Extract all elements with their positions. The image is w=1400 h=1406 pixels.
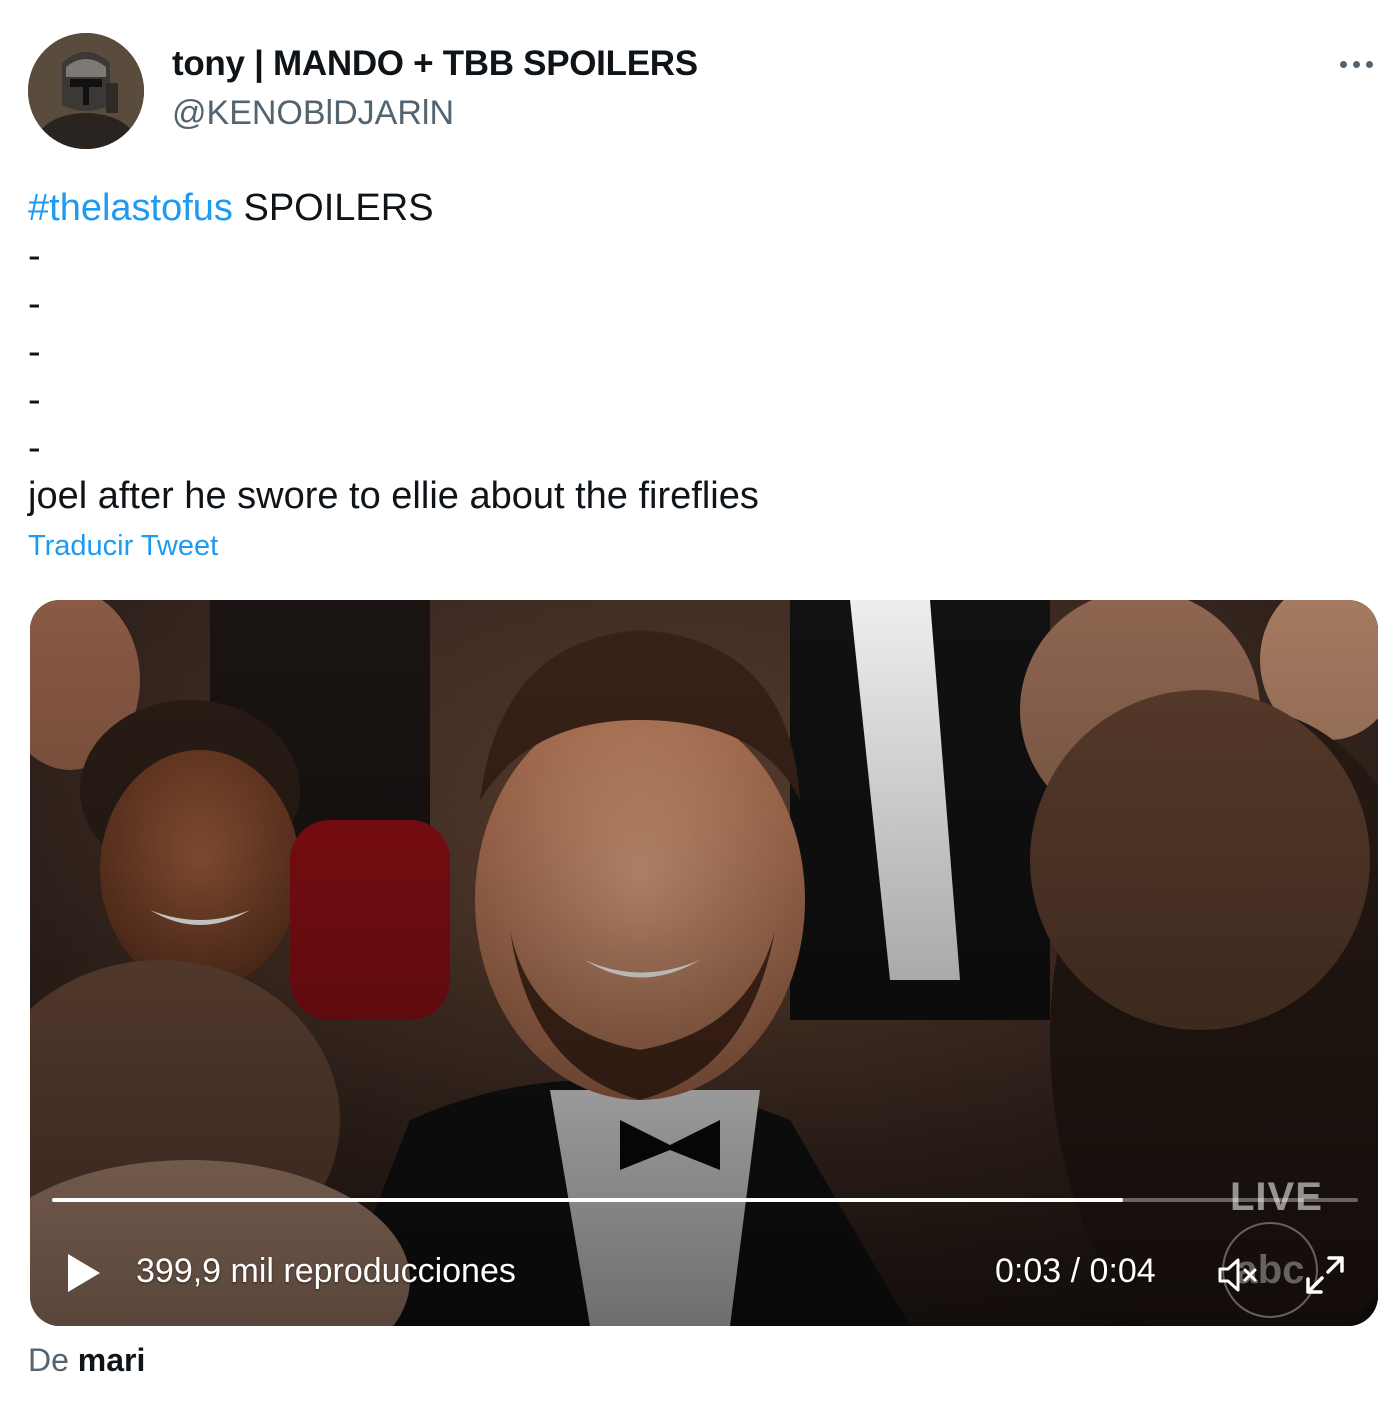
time-separator: / bbox=[1061, 1252, 1090, 1290]
tweet-text-dash: - bbox=[28, 379, 41, 421]
play-icon[interactable] bbox=[60, 1250, 106, 1296]
tweet-text: #thelastofus SPOILERS - - - - - joel aft… bbox=[28, 184, 1368, 520]
video-progress-fill bbox=[52, 1198, 1123, 1202]
tweet-text-line-1: #thelastofus SPOILERS bbox=[28, 184, 1368, 232]
expand-icon[interactable] bbox=[1302, 1252, 1348, 1298]
current-time: 0:03 bbox=[995, 1252, 1062, 1290]
view-count: 399,9 mil reproducciones bbox=[136, 1252, 516, 1290]
tweet-text-dash: - bbox=[28, 235, 41, 277]
media-attribution: De mari bbox=[28, 1342, 145, 1379]
more-horizontal-icon bbox=[1339, 60, 1347, 68]
muted-speaker-icon[interactable] bbox=[1216, 1254, 1262, 1296]
tweet-card: tony | MANDO + TBB SPOILERS @KENOBlDJARl… bbox=[0, 0, 1400, 1406]
attribution-prefix: De bbox=[28, 1342, 78, 1378]
tweet-text-caption: joel after he swore to ellie about the f… bbox=[28, 475, 759, 517]
hashtag-link[interactable]: #thelastofus bbox=[28, 187, 233, 229]
attribution-source-link[interactable]: mari bbox=[78, 1342, 146, 1378]
video-player[interactable]: LIVE 399,9 mil reproducciones 0:03 / 0:0… bbox=[30, 600, 1378, 1326]
author-display-name[interactable]: tony | MANDO + TBB SPOILERS bbox=[172, 44, 698, 84]
helmet-avatar-icon bbox=[28, 33, 144, 149]
video-frame bbox=[30, 600, 1378, 1326]
video-time: 0:03 / 0:04 bbox=[995, 1252, 1156, 1291]
author-handle[interactable]: @KENOBlDJARlN bbox=[172, 94, 454, 133]
tweet-text-dash: - bbox=[28, 283, 41, 325]
tweet-text-spoilers: SPOILERS bbox=[232, 187, 434, 229]
tweet-text-dash: - bbox=[28, 331, 41, 373]
author-avatar[interactable] bbox=[28, 33, 144, 149]
more-options-button[interactable] bbox=[1330, 44, 1382, 84]
tweet-text-dash: - bbox=[28, 427, 41, 469]
video-progress-bar[interactable] bbox=[52, 1198, 1358, 1202]
translate-tweet-link[interactable]: Traducir Tweet bbox=[28, 530, 218, 563]
duration: 0:04 bbox=[1089, 1252, 1156, 1290]
